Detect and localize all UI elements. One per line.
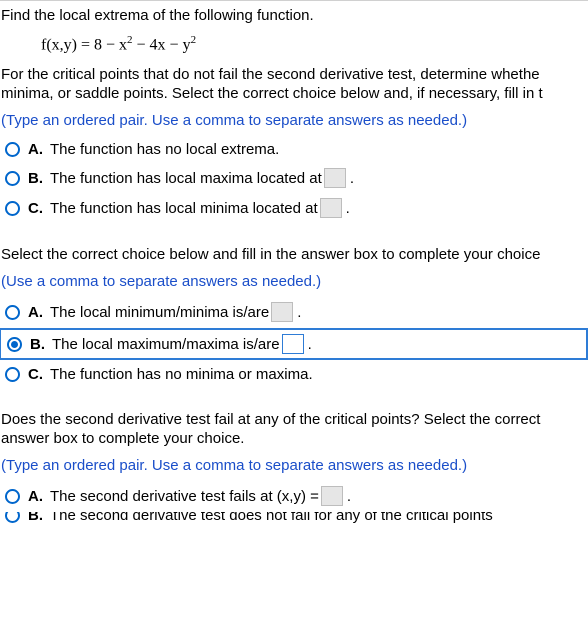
- choice-q2-a[interactable]: A. The local minimum/minima is/are .: [1, 298, 588, 326]
- radio-icon[interactable]: [5, 201, 20, 216]
- radio-icon-selected[interactable]: [7, 337, 22, 352]
- hint-text: (Type an ordered pair. Use a comma to se…: [1, 112, 588, 129]
- instruction-line-2: minima, or saddle points. Select the cor…: [1, 85, 588, 102]
- radio-icon[interactable]: [5, 367, 20, 382]
- choice-letter: A.: [28, 141, 50, 158]
- answer-input[interactable]: [271, 302, 293, 322]
- choice-letter: A.: [28, 488, 50, 505]
- choice-letter: C.: [28, 200, 50, 217]
- choice-letter: B.: [30, 336, 52, 353]
- choice-letter: A.: [28, 304, 50, 321]
- question-prompt-2: Select the correct choice below and fill…: [1, 246, 588, 263]
- question-prompt-3b: answer box to complete your choice.: [1, 430, 588, 447]
- radio-icon[interactable]: [5, 142, 20, 157]
- choice-text: The local minimum/minima is/are: [50, 304, 269, 321]
- choice-text: The local maximum/maxima is/are: [52, 336, 280, 353]
- choice-letter: C.: [28, 366, 50, 383]
- choice-q2-c[interactable]: C. The function has no minima or maxima.: [1, 362, 588, 387]
- choice-q3-a[interactable]: A. The second derivative test fails at (…: [1, 482, 588, 510]
- radio-icon[interactable]: [5, 171, 20, 186]
- choice-text: The second derivative test fails at (x,y…: [50, 488, 319, 505]
- answer-input[interactable]: [321, 486, 343, 506]
- choice-q3-b-cutoff[interactable]: B. The second derivative test does not f…: [1, 512, 588, 524]
- choice-q1-c[interactable]: C. The function has local minima located…: [1, 194, 588, 222]
- choice-letter: B.: [28, 512, 50, 524]
- radio-icon[interactable]: [5, 489, 20, 504]
- choice-text: The function has local maxima located at: [50, 170, 322, 187]
- hint-text-3: (Type an ordered pair. Use a comma to se…: [1, 457, 588, 474]
- hint-text-2: (Use a comma to separate answers as need…: [1, 273, 588, 290]
- answer-input-active[interactable]: [282, 334, 304, 354]
- radio-icon[interactable]: [5, 512, 20, 523]
- instruction-line-1: For the critical points that do not fail…: [1, 66, 588, 83]
- question-prompt: Find the local extrema of the following …: [1, 7, 588, 24]
- answer-input[interactable]: [320, 198, 342, 218]
- formula: f(x,y) = 8 − x2 − 4x − y2: [41, 34, 588, 54]
- choice-text: The function has local minima located at: [50, 200, 318, 217]
- answer-input[interactable]: [324, 168, 346, 188]
- choice-text: The function has no minima or maxima.: [50, 366, 313, 383]
- choice-q1-b[interactable]: B. The function has local maxima located…: [1, 164, 588, 192]
- question-prompt-3a: Does the second derivative test fail at …: [1, 411, 588, 428]
- choice-q2-b[interactable]: B. The local maximum/maxima is/are .: [0, 328, 588, 360]
- choice-text: The function has no local extrema.: [50, 141, 279, 158]
- choice-q1-a[interactable]: A. The function has no local extrema.: [1, 137, 588, 162]
- choice-letter: B.: [28, 170, 50, 187]
- choice-text: The second derivative test does not fail…: [50, 512, 493, 524]
- radio-icon[interactable]: [5, 305, 20, 320]
